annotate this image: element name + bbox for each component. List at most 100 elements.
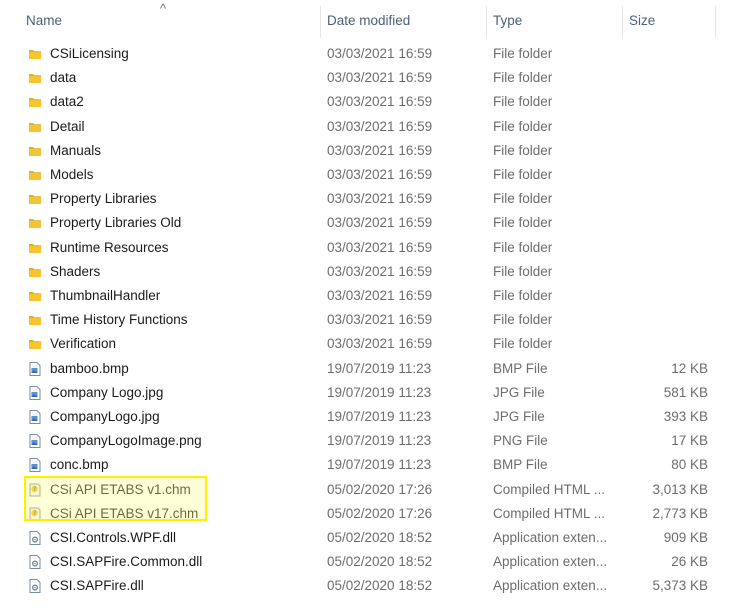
file-row[interactable]: CSI.Controls.WPF.dll 05/02/2020 18:52 Appl… [0, 526, 738, 550]
file-row[interactable]: Manuals 03/03/2021 16:59 File folder [0, 139, 738, 163]
file-type: File folder [493, 336, 553, 352]
file-row[interactable]: CSiLicensing 03/03/2021 16:59 File folder [0, 42, 738, 66]
column-header-name[interactable]: Name [20, 0, 320, 40]
file-name: CSI.SAPFire.dll [50, 578, 144, 594]
file-size: 3,013 KB [652, 481, 708, 497]
file-name: conc.bmp [50, 457, 109, 473]
file-size: 17 KB [671, 433, 708, 449]
image-file-icon [28, 410, 42, 424]
file-name: Time History Functions [50, 312, 188, 328]
image-file-icon [28, 434, 42, 449]
file-size [630, 90, 708, 114]
highlight-box [24, 475, 207, 521]
date-modified: 05/02/2020 18:52 [327, 530, 433, 545]
file-row[interactable]: conc.bmp 19/07/2019 11:23 BMP File 80 KB [0, 453, 738, 477]
file-row[interactable]: Time History Functions 03/03/2021 16:59 Fi… [0, 308, 738, 332]
date-modified: 05/02/2020 17:26 [327, 481, 433, 497]
file-row[interactable]: CompanyLogo.jpg 19/07/2019 11:23 JPG File 3… [0, 405, 738, 429]
file-name: Company Logo.jpg [50, 384, 164, 400]
file-row[interactable]: bamboo.bmp 19/07/2019 11:23 BMP File 12 KB [0, 357, 738, 381]
file-row[interactable]: Detail 03/03/2021 16:59 File folder [0, 115, 738, 139]
file-size [630, 139, 708, 163]
file-type: File folder [493, 288, 553, 303]
folder-icon [28, 337, 42, 351]
file-size [630, 187, 708, 211]
date-modified: 03/03/2021 16:59 [327, 94, 433, 110]
dll-file-icon [28, 555, 42, 570]
file-row[interactable]: Property Libraries 03/03/2021 16:59 File f… [0, 187, 738, 211]
image-file-icon [28, 361, 42, 376]
file-size: 581 KB [663, 384, 708, 400]
file-size [630, 115, 708, 139]
folder-icon [28, 95, 42, 109]
file-size [630, 211, 708, 235]
file-type: File folder [493, 263, 553, 279]
image-file-icon [28, 458, 42, 473]
file-type: File folder [493, 46, 553, 61]
file-row[interactable]: CSI.SAPFire.Common.dll 05/02/2020 18:52 Ap… [0, 550, 738, 574]
folder-icon [28, 313, 42, 327]
file-type: Application exten... [493, 554, 608, 570]
file-size: 26 KB [671, 554, 708, 570]
date-modified: 03/03/2021 16:59 [327, 46, 433, 61]
file-size [630, 163, 708, 187]
column-header-date-modified[interactable]: Date modified [321, 0, 486, 40]
file-type: File folder [493, 167, 553, 182]
file-row[interactable]: Property Libraries Old 03/03/2021 16:59 Fi… [0, 211, 738, 235]
file-row[interactable]: ThumbnailHandler 03/03/2021 16:59 File fol… [0, 284, 738, 308]
file-type: File folder [493, 191, 553, 207]
date-modified: 03/03/2021 16:59 [327, 70, 433, 86]
date-modified: 05/02/2020 18:52 [327, 554, 433, 570]
file-row[interactable]: data 03/03/2021 16:59 File folder [0, 66, 738, 90]
folder-icon [28, 144, 42, 158]
file-name: CSI.Controls.WPF.dll [50, 530, 177, 545]
file-size: 909 KB [663, 530, 708, 545]
file-type: File folder [493, 312, 553, 328]
file-name: data2 [50, 94, 84, 110]
file-type: Application exten... [493, 530, 608, 545]
file-name: ThumbnailHandler [50, 288, 161, 303]
file-row[interactable]: CSI.SAPFire.dll 05/02/2020 18:52 Applicati… [0, 574, 738, 598]
file-type: File folder [493, 70, 553, 86]
file-type: JPG File [493, 384, 545, 400]
date-modified: 19/07/2019 11:23 [327, 433, 432, 449]
file-name: CSiLicensing [50, 46, 129, 61]
file-name: Manuals [50, 142, 102, 158]
file-name: Detail [50, 118, 85, 134]
file-row[interactable]: data2 03/03/2021 16:59 File folder [0, 90, 738, 114]
file-type: BMP File [493, 360, 548, 376]
date-modified: 03/03/2021 16:59 [327, 336, 433, 352]
date-modified: 19/07/2019 11:23 [327, 360, 432, 376]
file-type: File folder [493, 142, 553, 158]
file-size [630, 66, 708, 90]
file-name: CSI.SAPFire.Common.dll [50, 554, 203, 570]
file-type: Compiled HTML ... [493, 481, 606, 497]
file-size: 12 KB [671, 360, 708, 376]
date-modified: 03/03/2021 16:59 [327, 215, 433, 231]
folder-icon [28, 216, 42, 230]
file-row[interactable]: CompanyLogoImage.png 19/07/2019 11:23 PNG … [0, 429, 738, 453]
date-modified: 05/02/2020 17:26 [327, 505, 433, 521]
file-name: CompanyLogoImage.png [50, 433, 202, 449]
folder-icon [28, 289, 42, 303]
column-header-size[interactable]: Size [623, 0, 713, 40]
date-modified: 05/02/2020 18:52 [327, 578, 433, 594]
file-type: Compiled HTML ... [493, 505, 606, 521]
file-name: Verification [50, 336, 117, 352]
file-row[interactable]: Models 03/03/2021 16:59 File folder [0, 163, 738, 187]
dll-file-icon [28, 531, 42, 545]
folder-icon [28, 47, 42, 61]
file-type: File folder [493, 215, 553, 231]
file-row[interactable]: Shaders 03/03/2021 16:59 File folder [0, 260, 738, 284]
column-header-type[interactable]: Type [487, 0, 622, 40]
column-divider[interactable] [715, 6, 716, 38]
file-name: Runtime Resources [50, 239, 169, 255]
file-row[interactable]: Runtime Resources 03/03/2021 16:59 File fo… [0, 236, 738, 260]
folder-icon [28, 71, 42, 85]
folder-icon [28, 265, 42, 279]
date-modified: 03/03/2021 16:59 [327, 288, 433, 303]
file-size [630, 236, 708, 260]
file-row[interactable]: Verification 03/03/2021 16:59 File folder [0, 332, 738, 356]
file-row[interactable]: Company Logo.jpg 19/07/2019 11:23 JPG File… [0, 381, 738, 405]
folder-icon [28, 241, 42, 255]
